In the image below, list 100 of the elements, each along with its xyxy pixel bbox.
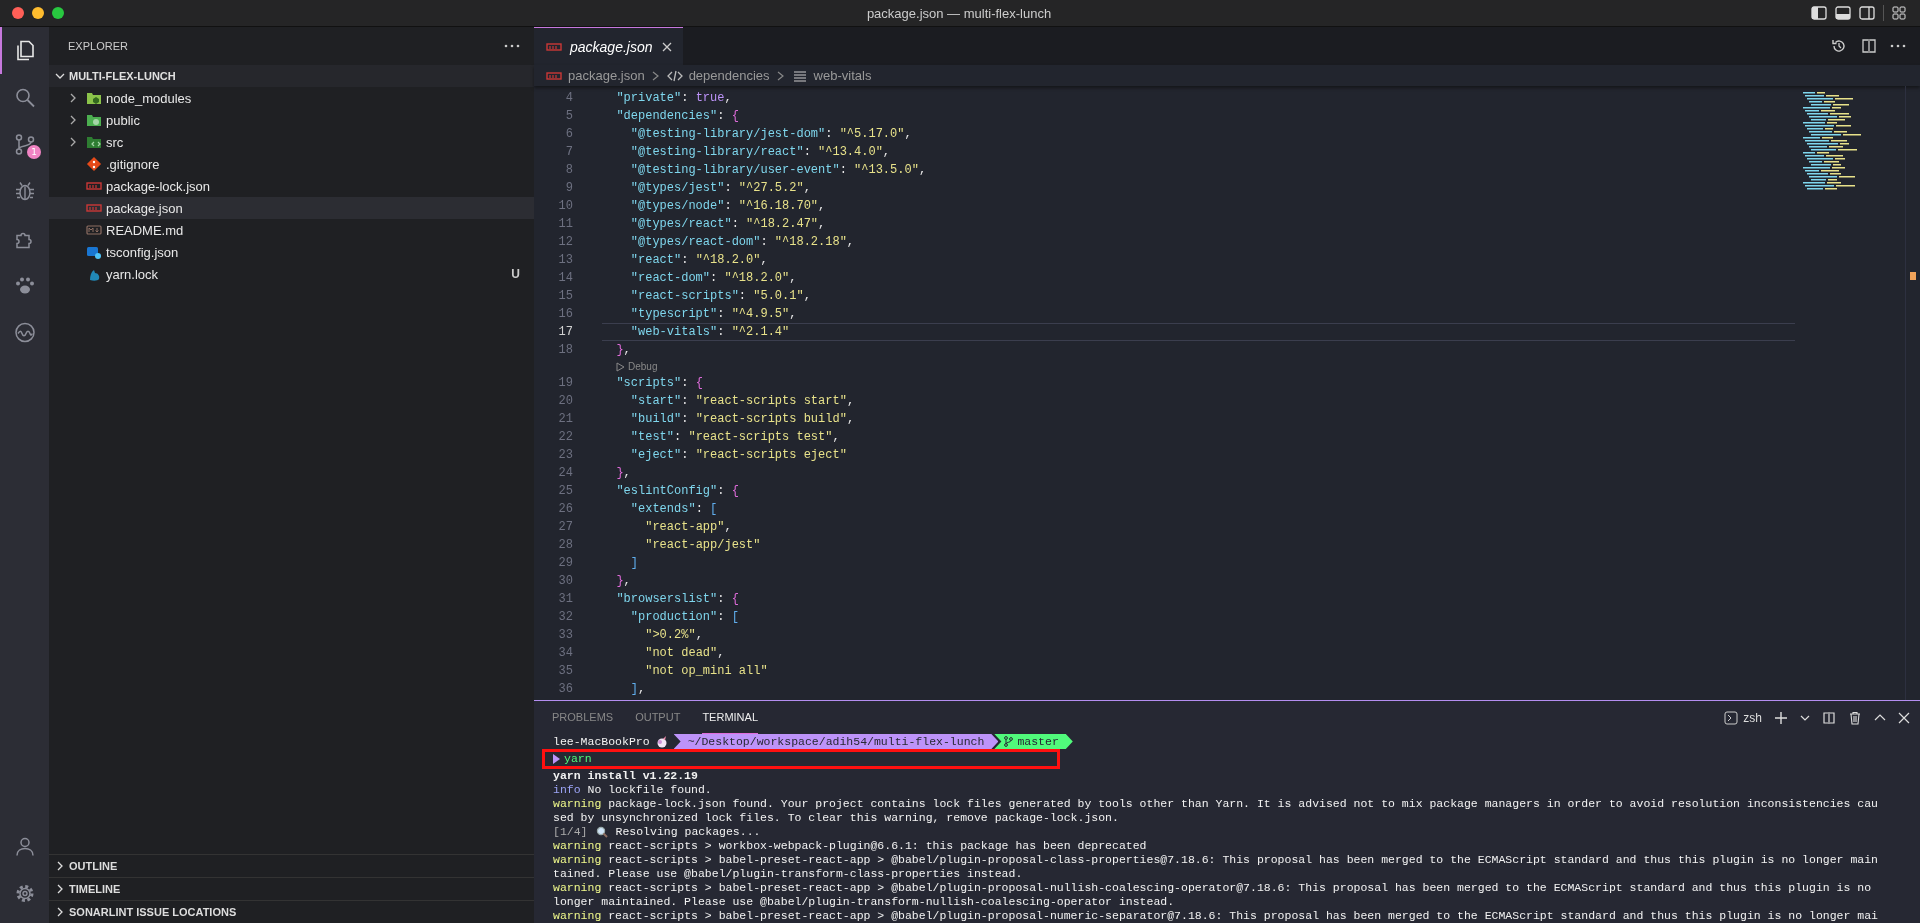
- sidebar-layout-icon[interactable]: [1811, 6, 1827, 20]
- code-line: "react-app/jest": [644, 537, 762, 554]
- line-number: 19: [557, 376, 573, 390]
- file-name[interactable]: tsconfig.json: [106, 244, 520, 260]
- folder-name[interactable]: MULTI-FLEX-LUNCH: [69, 70, 176, 82]
- code-line: "react-scripts": "5.0.1",: [629, 288, 812, 305]
- code-line: ]: [629, 555, 639, 572]
- file-name[interactable]: README.md: [106, 222, 520, 238]
- selected-row[interactable]: package.json: [49, 197, 534, 219]
- line-number: 27: [557, 520, 573, 534]
- panel-layout-icon[interactable]: [1835, 6, 1851, 20]
- section-title[interactable]: SONARLINT ISSUE LOCATIONS: [69, 906, 237, 918]
- line-number: 24: [557, 466, 573, 480]
- plus-icon[interactable]: [1774, 710, 1788, 725]
- code-line: "scripts": {: [615, 375, 704, 392]
- close-icon[interactable]: [660, 40, 673, 53]
- more-icon[interactable]: [1890, 44, 1906, 48]
- breadcrumb-item[interactable]: package.json: [568, 68, 645, 83]
- line-number: 7: [564, 145, 573, 159]
- line-number: 4: [564, 91, 573, 105]
- code-line: "react-dom": "^18.2.0",: [629, 270, 798, 287]
- line-number: 10: [557, 199, 573, 213]
- line-number: 25: [557, 484, 573, 498]
- line-number: 18: [557, 343, 573, 357]
- code-line: },: [615, 342, 632, 359]
- code-line: "@testing-library/jest-dom": "^5.17.0",: [629, 126, 913, 143]
- line-number: 8: [564, 163, 573, 177]
- editor-tab[interactable]: package.json: [534, 27, 683, 65]
- line-number: 31: [557, 592, 573, 606]
- shell-name[interactable]: zsh: [1743, 710, 1762, 725]
- code-line: "@types/node": "^16.18.70",: [629, 198, 827, 215]
- line-number: 9: [564, 181, 573, 195]
- grid-icon[interactable]: [1892, 6, 1906, 20]
- terminal-line: tained. Please use @babel/plugin-transform-class-properties instead.: [553, 867, 1023, 881]
- line-number: 34: [557, 646, 573, 660]
- terminal-icon: [1724, 710, 1739, 725]
- code-line: "@types/jest": "^27.5.2",: [629, 180, 812, 197]
- code-lens[interactable]: Debug: [628, 361, 658, 372]
- terminal-line: warning react-scripts > babel-preset-react-app > @babel/plugin-proposal-numeric-separator@7.18.6: This proposal has been merged to the ECMAScript standard and thus this plugin is no longer mai: [553, 909, 1879, 923]
- code-line: "@types/react-dom": "^18.2.18",: [629, 234, 856, 251]
- line-number: 13: [557, 253, 573, 267]
- terminal-line: info No lockfile found.: [553, 783, 712, 797]
- terminal-line: warning react-scripts > workbox-webpack-plugin@6.6.1: this package has been deprecated: [553, 839, 1147, 853]
- file-icon: [86, 222, 102, 238]
- file-name[interactable]: public: [106, 112, 520, 128]
- line-number: 28: [557, 538, 573, 552]
- terminal-line: warning react-scripts > babel-preset-react-app > @babel/plugin-proposal-nullish-coalescing-operator@7.18.6: This proposal has been merged to the ECMAScript standard and thus this plugin is no: [553, 881, 1872, 895]
- folder-icon: [86, 112, 102, 128]
- terminal-line: warning package-lock.json found. Your project contains lock files generated by tools other than Yarn. It is advised not to mix package managers in order to avoid resolution inconsistencies cau: [553, 797, 1879, 811]
- breadcrumb-item[interactable]: dependencies: [688, 68, 770, 83]
- section-title[interactable]: TIMELINE: [69, 883, 121, 895]
- code-line: "test": "react-scripts test",: [629, 429, 841, 446]
- section-title[interactable]: OUTLINE: [69, 860, 118, 872]
- line-number: 15: [557, 289, 573, 303]
- close-icon[interactable]: [1898, 711, 1910, 724]
- file-name[interactable]: node_modules: [106, 90, 520, 106]
- code-line: "build": "react-scripts build",: [629, 411, 856, 428]
- code-line: "web-vitals": "^2.1.4": [602, 323, 1795, 341]
- code-line: "production": [: [629, 609, 740, 626]
- terminal-line: warning react-scripts > babel-preset-react-app > @babel/plugin-proposal-class-properties@7.18.6: This proposal has been merged to the ECMAScript standard and thus this plugin is no longer main: [553, 853, 1879, 867]
- line-number: 36: [557, 682, 573, 696]
- file-name[interactable]: yarn.lock: [106, 266, 508, 282]
- code-line: ">0.2%",: [644, 627, 704, 644]
- terminal-line: longer maintained. Please use @babel/plugin-transform-nullish-coalescing-operator instead.: [553, 895, 1175, 909]
- code-line: ],: [629, 681, 647, 698]
- code-line: "browserslist": {: [615, 591, 740, 608]
- line-number: 16: [557, 307, 573, 321]
- code-line: "extends": [: [629, 501, 719, 518]
- step-counter: [1/4]: [553, 825, 588, 839]
- code-line: "start": "react-scripts start",: [629, 393, 856, 410]
- file-name[interactable]: .gitignore: [106, 156, 520, 172]
- trash-icon[interactable]: [1848, 710, 1862, 725]
- close-button[interactable]: [12, 7, 24, 19]
- line-number: 22: [557, 430, 573, 444]
- secondary-sidebar-icon[interactable]: [1859, 6, 1875, 20]
- line-number: 17: [557, 325, 573, 339]
- breadcrumb-item[interactable]: web-vitals: [813, 68, 872, 83]
- split-editor-icon[interactable]: [1860, 37, 1878, 55]
- panel-tab[interactable]: PROBLEMS: [552, 701, 614, 734]
- prompt-path: ~/Desktop/workspace/adih54/multi-flex-lunch: [673, 734, 999, 749]
- more-icon[interactable]: [504, 44, 520, 48]
- terminal-line: sed by unsynchronized lock files. To clear this warning, remove package-lock.json.: [553, 811, 1119, 825]
- file-name[interactable]: src: [106, 134, 520, 150]
- split-icon[interactable]: [1822, 710, 1836, 725]
- code-line: "eslintConfig": {: [615, 483, 740, 500]
- file-name[interactable]: package.json: [106, 200, 520, 216]
- maximize-button[interactable]: [52, 7, 64, 19]
- terminal-line: yarn: [564, 752, 592, 766]
- file-name[interactable]: package-lock.json: [106, 178, 520, 194]
- code-line: },: [615, 465, 632, 482]
- minimize-button[interactable]: [32, 7, 44, 19]
- play-icon: [616, 361, 625, 372]
- line-number: 12: [557, 235, 573, 249]
- line-number: 21: [557, 412, 573, 426]
- code-line: "react-app",: [644, 519, 733, 536]
- folder-icon: [86, 90, 102, 106]
- line-number: 29: [557, 556, 573, 570]
- panel-tab[interactable]: OUTPUT: [635, 701, 681, 734]
- emoji-icon: [655, 735, 668, 748]
- history-icon[interactable]: [1830, 37, 1848, 55]
